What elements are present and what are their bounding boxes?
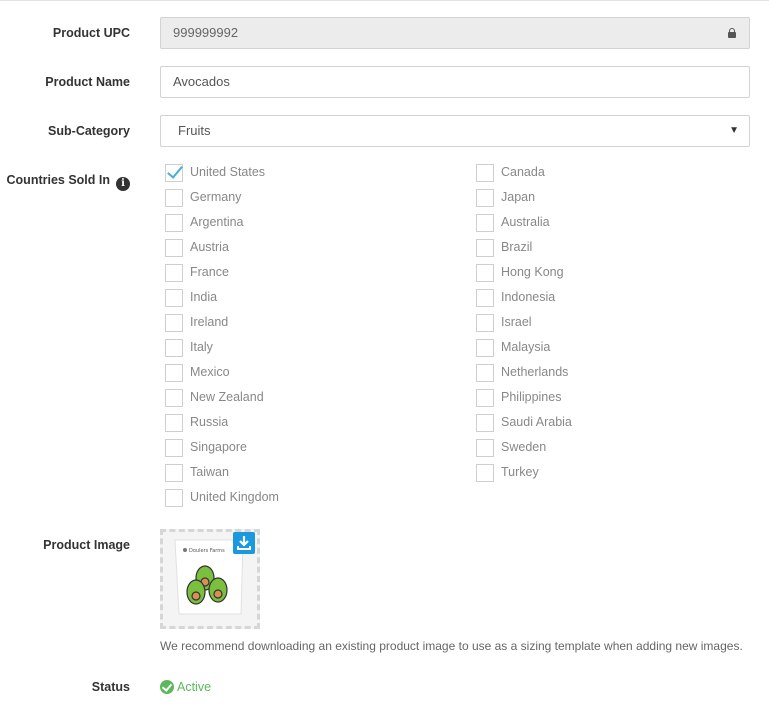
country-label: Brazil: [501, 240, 533, 254]
country-checkbox[interactable]: [476, 339, 494, 357]
lock-icon: [728, 28, 736, 38]
country-checkbox[interactable]: [476, 364, 494, 382]
caret-down-icon: ▼: [729, 125, 739, 136]
country-checkbox[interactable]: [476, 264, 494, 282]
country-label: Hong Kong: [501, 265, 564, 279]
upc-value: 999999992: [173, 25, 239, 40]
upc-field: 999999992: [160, 17, 750, 49]
country-label: Indonesia: [501, 290, 556, 304]
country-label: United Kingdom: [190, 490, 279, 504]
country-checkbox[interactable]: [165, 289, 183, 307]
country-label: Saudi Arabia: [501, 415, 572, 429]
country-checkbox[interactable]: [165, 389, 183, 407]
country-label: Australia: [501, 215, 550, 229]
country-label: Argentina: [190, 215, 244, 229]
country-label: Taiwan: [190, 465, 229, 479]
top-divider: [0, 0, 769, 1]
country-label: Turkey: [501, 465, 539, 479]
country-label: United States: [190, 165, 266, 179]
download-icon: [237, 536, 251, 550]
country-checkbox[interactable]: [476, 314, 494, 332]
country-checkbox[interactable]: [165, 414, 183, 432]
country-checkbox[interactable]: [476, 414, 494, 432]
country-checkbox[interactable]: [476, 189, 494, 207]
country-checkbox[interactable]: [165, 239, 183, 257]
country-label: Canada: [501, 165, 545, 179]
country-label: Malaysia: [501, 340, 551, 354]
country-label: Italy: [190, 340, 213, 354]
country-checkbox[interactable]: [476, 389, 494, 407]
country-checkbox[interactable]: [476, 464, 494, 482]
country-label: Israel: [501, 315, 532, 329]
upc-label: Product UPC: [52, 26, 130, 40]
countries-label-text: Countries Sold In: [6, 173, 110, 187]
country-checkbox[interactable]: [165, 464, 183, 482]
country-label: Germany: [190, 190, 242, 204]
country-label: Netherlands: [501, 365, 569, 379]
product-name-input[interactable]: Avocados: [160, 66, 750, 98]
country-label: France: [190, 265, 229, 279]
country-checkbox[interactable]: [165, 489, 183, 507]
country-checkbox[interactable]: [476, 164, 494, 182]
country-checkbox[interactable]: [165, 264, 183, 282]
country-checkbox[interactable]: [165, 339, 183, 357]
image-note: We recommend downloading an existing pro…: [160, 639, 743, 653]
country-checkbox[interactable]: [165, 314, 183, 332]
country-checkbox[interactable]: [476, 289, 494, 307]
name-label: Product Name: [45, 75, 130, 89]
country-label: Philippines: [501, 390, 562, 404]
countries-label: Countries Sold In i: [7, 173, 130, 191]
download-button[interactable]: [233, 532, 255, 554]
country-label: Sweden: [501, 440, 547, 454]
country-checkbox[interactable]: [165, 189, 183, 207]
country-checkbox[interactable]: [165, 364, 183, 382]
subcategory-label: Sub-Category: [48, 124, 130, 138]
country-label: Russia: [190, 415, 229, 429]
status-value: Active: [160, 680, 211, 694]
check-circle-icon: [160, 680, 174, 694]
country-checkbox[interactable]: [476, 239, 494, 257]
country-label: New Zealand: [190, 390, 264, 404]
subcategory-value: Fruits: [178, 123, 211, 138]
country-checkbox[interactable]: [476, 214, 494, 232]
country-checkbox[interactable]: [476, 439, 494, 457]
country-checkbox[interactable]: [165, 439, 183, 457]
package-text: Doulers Farms: [189, 548, 225, 554]
country-label: Japan: [501, 190, 536, 204]
country-label: India: [190, 290, 218, 304]
country-label: Singapore: [190, 440, 247, 454]
country-label: Mexico: [190, 365, 230, 379]
image-label: Product Image: [43, 538, 130, 552]
subcategory-select[interactable]: Fruits ▼: [160, 115, 750, 147]
status-text: Active: [177, 680, 212, 694]
status-label: Status: [91, 680, 130, 694]
country-label: Austria: [190, 240, 229, 254]
info-icon[interactable]: i: [116, 177, 130, 191]
country-checkbox[interactable]: [165, 214, 183, 232]
product-name-value: Avocados: [173, 74, 230, 89]
country-checkbox[interactable]: [165, 164, 183, 182]
country-label: Ireland: [190, 315, 229, 329]
